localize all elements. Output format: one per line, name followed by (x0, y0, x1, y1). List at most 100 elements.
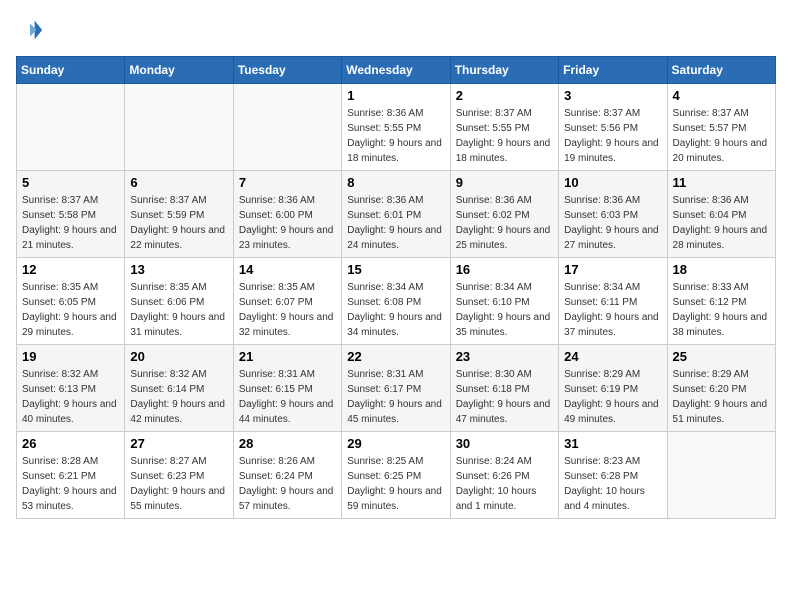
day-number: 4 (673, 88, 770, 103)
calendar-cell: 4 Sunrise: 8:37 AMSunset: 5:57 PMDaylight… (667, 84, 775, 171)
calendar-cell: 5 Sunrise: 8:37 AMSunset: 5:58 PMDaylight… (17, 171, 125, 258)
day-number: 3 (564, 88, 661, 103)
day-info: Sunrise: 8:35 AMSunset: 6:05 PMDaylight:… (22, 280, 119, 340)
calendar-cell: 11Sunrise: 8:36 AMSunset: 6:04 PMDayligh… (667, 171, 775, 258)
calendar-cell: 23 Sunrise: 8:30 AMSunset: 6:18 PMDayligh… (450, 345, 558, 432)
week-row-5: 26 Sunrise: 8:28 AMSunset: 6:21 PMDayligh… (17, 432, 776, 519)
week-row-1: 1 Sunrise: 8:36 AMSunset: 5:55 PMDaylight… (17, 84, 776, 171)
day-info: Sunrise: 8:28 AMSunset: 6:21 PMDaylight:… (22, 454, 119, 514)
day-info: Sunrise: 8:34 AMSunset: 6:08 PMDaylight:… (347, 280, 444, 340)
calendar-cell: 17 Sunrise: 8:34 AMSunset: 6:11 PMDayligh… (559, 258, 667, 345)
calendar-cell (233, 84, 341, 171)
day-info: Sunrise: 8:37 AMSunset: 5:57 PMDaylight:… (673, 106, 770, 166)
calendar-table: SundayMondayTuesdayWednesdayThursdayFrid… (16, 56, 776, 519)
header-wednesday: Wednesday (342, 57, 450, 84)
day-number: 31 (564, 436, 661, 451)
calendar-cell: 1 Sunrise: 8:36 AMSunset: 5:55 PMDaylight… (342, 84, 450, 171)
day-info: Sunrise: 8:36 AMSunset: 6:03 PMDaylight:… (564, 193, 661, 253)
page-header (16, 16, 776, 44)
calendar-cell: 12 Sunrise: 8:35 AMSunset: 6:05 PMDayligh… (17, 258, 125, 345)
header-friday: Friday (559, 57, 667, 84)
calendar-cell (667, 432, 775, 519)
calendar-cell: 28Sunrise: 8:26 AMSunset: 6:24 PMDayligh… (233, 432, 341, 519)
calendar-cell: 18Sunrise: 8:33 AMSunset: 6:12 PMDayligh… (667, 258, 775, 345)
calendar-cell: 20 Sunrise: 8:32 AMSunset: 6:14 PMDayligh… (125, 345, 233, 432)
day-number: 28 (239, 436, 336, 451)
header-thursday: Thursday (450, 57, 558, 84)
day-number: 6 (130, 175, 227, 190)
calendar-cell: 10 Sunrise: 8:36 AMSunset: 6:03 PMDayligh… (559, 171, 667, 258)
day-info: Sunrise: 8:35 AMSunset: 6:07 PMDaylight:… (239, 280, 336, 340)
week-row-2: 5 Sunrise: 8:37 AMSunset: 5:58 PMDaylight… (17, 171, 776, 258)
day-number: 21 (239, 349, 336, 364)
calendar-cell: 6 Sunrise: 8:37 AMSunset: 5:59 PMDaylight… (125, 171, 233, 258)
calendar-cell: 24Sunrise: 8:29 AMSunset: 6:19 PMDayligh… (559, 345, 667, 432)
day-info: Sunrise: 8:31 AMSunset: 6:15 PMDaylight:… (239, 367, 336, 427)
day-number: 26 (22, 436, 119, 451)
day-number: 30 (456, 436, 553, 451)
calendar-cell: 26 Sunrise: 8:28 AMSunset: 6:21 PMDayligh… (17, 432, 125, 519)
day-info: Sunrise: 8:37 AMSunset: 5:58 PMDaylight:… (22, 193, 119, 253)
day-info: Sunrise: 8:37 AMSunset: 5:56 PMDaylight:… (564, 106, 661, 166)
calendar-cell: 27Sunrise: 8:27 AMSunset: 6:23 PMDayligh… (125, 432, 233, 519)
calendar-cell: 25 Sunrise: 8:29 AMSunset: 6:20 PMDayligh… (667, 345, 775, 432)
day-info: Sunrise: 8:29 AMSunset: 6:20 PMDaylight:… (673, 367, 770, 427)
day-info: Sunrise: 8:36 AMSunset: 6:04 PMDaylight:… (673, 193, 770, 253)
calendar-cell (125, 84, 233, 171)
day-info: Sunrise: 8:37 AMSunset: 5:55 PMDaylight:… (456, 106, 553, 166)
day-number: 7 (239, 175, 336, 190)
day-number: 8 (347, 175, 444, 190)
day-number: 10 (564, 175, 661, 190)
calendar-cell: 19Sunrise: 8:32 AMSunset: 6:13 PMDayligh… (17, 345, 125, 432)
day-info: Sunrise: 8:35 AMSunset: 6:06 PMDaylight:… (130, 280, 227, 340)
calendar-cell: 16Sunrise: 8:34 AMSunset: 6:10 PMDayligh… (450, 258, 558, 345)
day-number: 24 (564, 349, 661, 364)
day-info: Sunrise: 8:25 AMSunset: 6:25 PMDaylight:… (347, 454, 444, 514)
day-number: 1 (347, 88, 444, 103)
day-info: Sunrise: 8:31 AMSunset: 6:17 PMDaylight:… (347, 367, 444, 427)
day-info: Sunrise: 8:37 AMSunset: 5:59 PMDaylight:… (130, 193, 227, 253)
day-number: 5 (22, 175, 119, 190)
calendar-cell (17, 84, 125, 171)
day-info: Sunrise: 8:36 AMSunset: 6:02 PMDaylight:… (456, 193, 553, 253)
day-number: 19 (22, 349, 119, 364)
calendar-cell: 15Sunrise: 8:34 AMSunset: 6:08 PMDayligh… (342, 258, 450, 345)
calendar-cell: 29Sunrise: 8:25 AMSunset: 6:25 PMDayligh… (342, 432, 450, 519)
day-number: 17 (564, 262, 661, 277)
calendar-cell: 9 Sunrise: 8:36 AMSunset: 6:02 PMDaylight… (450, 171, 558, 258)
day-number: 2 (456, 88, 553, 103)
calendar-cell: 31 Sunrise: 8:23 AMSunset: 6:28 PMDayligh… (559, 432, 667, 519)
week-row-4: 19Sunrise: 8:32 AMSunset: 6:13 PMDayligh… (17, 345, 776, 432)
calendar-cell: 22Sunrise: 8:31 AMSunset: 6:17 PMDayligh… (342, 345, 450, 432)
calendar-cell: 8Sunrise: 8:36 AMSunset: 6:01 PMDaylight… (342, 171, 450, 258)
day-number: 23 (456, 349, 553, 364)
day-info: Sunrise: 8:34 AMSunset: 6:11 PMDaylight:… (564, 280, 661, 340)
logo (16, 16, 48, 44)
calendar-cell: 21 Sunrise: 8:31 AMSunset: 6:15 PMDayligh… (233, 345, 341, 432)
day-info: Sunrise: 8:36 AMSunset: 6:00 PMDaylight:… (239, 193, 336, 253)
calendar-cell: 30 Sunrise: 8:24 AMSunset: 6:26 PMDayligh… (450, 432, 558, 519)
logo-icon (16, 16, 44, 44)
calendar-cell: 3 Sunrise: 8:37 AMSunset: 5:56 PMDaylight… (559, 84, 667, 171)
day-number: 13 (130, 262, 227, 277)
week-row-3: 12 Sunrise: 8:35 AMSunset: 6:05 PMDayligh… (17, 258, 776, 345)
header-sunday: Sunday (17, 57, 125, 84)
day-number: 18 (673, 262, 770, 277)
day-info: Sunrise: 8:24 AMSunset: 6:26 PMDaylight:… (456, 454, 553, 514)
day-number: 27 (130, 436, 227, 451)
calendar-cell: 14 Sunrise: 8:35 AMSunset: 6:07 PMDayligh… (233, 258, 341, 345)
day-number: 20 (130, 349, 227, 364)
header-tuesday: Tuesday (233, 57, 341, 84)
day-number: 9 (456, 175, 553, 190)
calendar-cell: 13 Sunrise: 8:35 AMSunset: 6:06 PMDayligh… (125, 258, 233, 345)
day-info: Sunrise: 8:32 AMSunset: 6:14 PMDaylight:… (130, 367, 227, 427)
day-number: 12 (22, 262, 119, 277)
calendar-cell: 7 Sunrise: 8:36 AMSunset: 6:00 PMDaylight… (233, 171, 341, 258)
day-number: 25 (673, 349, 770, 364)
day-number: 14 (239, 262, 336, 277)
header-saturday: Saturday (667, 57, 775, 84)
day-info: Sunrise: 8:30 AMSunset: 6:18 PMDaylight:… (456, 367, 553, 427)
day-info: Sunrise: 8:23 AMSunset: 6:28 PMDaylight:… (564, 454, 661, 514)
day-info: Sunrise: 8:36 AMSunset: 5:55 PMDaylight:… (347, 106, 444, 166)
header-monday: Monday (125, 57, 233, 84)
